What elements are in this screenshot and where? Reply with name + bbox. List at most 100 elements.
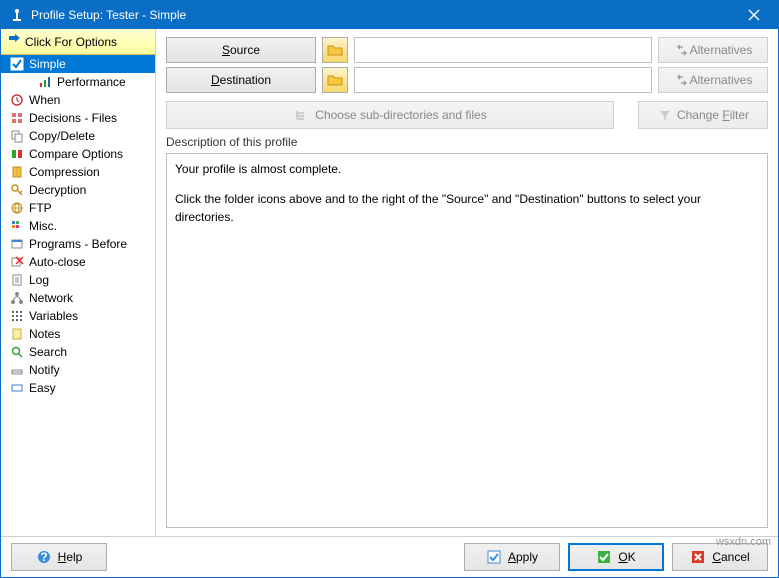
bars-icon — [37, 74, 53, 90]
sidebar-item-notes[interactable]: Notes — [1, 325, 155, 343]
sidebar-item-label: Variables — [29, 309, 78, 323]
sidebar-item-label: Notes — [29, 327, 60, 341]
grid-icon — [9, 110, 25, 126]
sidebar-item-decisions-files[interactable]: Decisions - Files — [1, 109, 155, 127]
sidebar-item-auto-close[interactable]: Auto-close — [1, 253, 155, 271]
close-button[interactable] — [734, 1, 774, 29]
sidebar-item-performance[interactable]: Performance — [1, 73, 155, 91]
change-filter-button: Change Filter — [638, 101, 768, 129]
description-box: Your profile is almost complete. Click t… — [166, 153, 768, 528]
check-icon — [9, 56, 25, 72]
sidebar-item-easy[interactable]: Easy — [1, 379, 155, 397]
help-button[interactable]: ? Help — [11, 543, 107, 571]
button-label: Alternatives — [690, 73, 753, 87]
description-line: Click the folder icons above and to the … — [175, 190, 759, 226]
button-label: Choose sub-directories and files — [315, 108, 486, 122]
sidebar-item-label: Log — [29, 273, 49, 287]
sidebar-item-compare-options[interactable]: Compare Options — [1, 145, 155, 163]
choose-sub-directories-button: Choose sub-directories and files — [166, 101, 614, 129]
button-label: Alternatives — [690, 43, 753, 57]
auto-close-icon — [9, 254, 25, 270]
sidebar-item-label: When — [29, 93, 60, 107]
button-label: Apply — [508, 550, 538, 564]
tree-icon — [293, 107, 309, 123]
source-folder-button[interactable] — [322, 37, 348, 63]
titlebar: Profile Setup: Tester - Simple — [1, 1, 778, 29]
sidebar-item-search[interactable]: Search — [1, 343, 155, 361]
sidebar-item-label: Decisions - Files — [29, 111, 117, 125]
alternatives-icon — [674, 72, 690, 88]
sidebar-item-label: Auto-close — [29, 255, 86, 269]
button-label: Destination — [211, 73, 271, 87]
sidebar-item-when[interactable]: When — [1, 91, 155, 109]
destination-alternatives-button: Alternatives — [658, 67, 768, 93]
app-icon — [9, 7, 25, 23]
alternatives-icon — [674, 42, 690, 58]
folder-icon — [327, 73, 343, 87]
sidebar-item-programs-before[interactable]: Programs - Before — [1, 235, 155, 253]
sidebar-item-label: Compression — [29, 165, 100, 179]
source-alternatives-button: Alternatives — [658, 37, 768, 63]
sidebar-item-label: Notify — [29, 363, 60, 377]
button-label: Source — [222, 43, 260, 57]
sidebar-item-label: FTP — [29, 201, 52, 215]
apply-icon — [486, 549, 502, 565]
program-icon — [9, 236, 25, 252]
sidebar-item-ftp[interactable]: FTP — [1, 199, 155, 217]
destination-path-input[interactable] — [354, 67, 652, 93]
sidebar-tree: Simple Performance When Decisions - File… — [1, 55, 155, 536]
svg-text:?: ? — [40, 550, 47, 564]
button-label: Change Filter — [677, 108, 749, 122]
sidebar-item-variables[interactable]: Variables — [1, 307, 155, 325]
sidebar-item-notify[interactable]: Notify — [1, 361, 155, 379]
description-line: Your profile is almost complete. — [175, 160, 759, 178]
easy-icon — [9, 380, 25, 396]
sidebar-item-misc[interactable]: Misc. — [1, 217, 155, 235]
sidebar-item-simple[interactable]: Simple — [1, 55, 155, 73]
ok-button[interactable]: OK — [568, 543, 664, 571]
compare-icon — [9, 146, 25, 162]
clock-icon — [9, 92, 25, 108]
destination-button[interactable]: Destination — [166, 67, 316, 93]
options-arrow-icon — [7, 33, 21, 50]
window-title: Profile Setup: Tester - Simple — [31, 8, 734, 22]
sidebar-item-compression[interactable]: Compression — [1, 163, 155, 181]
cancel-icon — [690, 549, 706, 565]
sidebar-item-network[interactable]: Network — [1, 289, 155, 307]
sidebar-item-label: Simple — [29, 57, 66, 71]
globe-icon — [9, 200, 25, 216]
notes-icon — [9, 326, 25, 342]
sidebar-item-decryption[interactable]: Decryption — [1, 181, 155, 199]
sidebar-item-label: Compare Options — [29, 147, 123, 161]
folder-icon — [327, 43, 343, 57]
sidebar-item-copy-delete[interactable]: Copy/Delete — [1, 127, 155, 145]
log-icon — [9, 272, 25, 288]
misc-icon — [9, 218, 25, 234]
click-for-options-button[interactable]: Click For Options — [1, 29, 155, 55]
button-label: OK — [618, 550, 635, 564]
network-icon — [9, 290, 25, 306]
source-button[interactable]: Source — [166, 37, 316, 63]
apply-button[interactable]: Apply — [464, 543, 560, 571]
sidebar-item-label: Easy — [29, 381, 56, 395]
key-icon — [9, 182, 25, 198]
destination-folder-button[interactable] — [322, 67, 348, 93]
sidebar-item-label: Decryption — [29, 183, 86, 197]
help-icon: ? — [36, 549, 52, 565]
filter-icon — [657, 107, 673, 123]
sidebar-item-label: Copy/Delete — [29, 129, 95, 143]
click-for-options-label: Click For Options — [25, 35, 117, 49]
footer: ? Help Apply OK Cancel — [1, 536, 778, 577]
sidebar-item-label: Search — [29, 345, 67, 359]
cancel-button[interactable]: Cancel — [672, 543, 768, 571]
sidebar-item-label: Network — [29, 291, 73, 305]
button-label: Cancel — [712, 550, 749, 564]
search-icon — [9, 344, 25, 360]
sidebar-item-log[interactable]: Log — [1, 271, 155, 289]
sidebar: Click For Options Simple Performance Whe… — [1, 29, 156, 536]
copy-icon — [9, 128, 25, 144]
source-path-input[interactable] — [354, 37, 652, 63]
sidebar-item-label: Misc. — [29, 219, 57, 233]
notify-icon — [9, 362, 25, 378]
main-pane: Source Alternatives Destination Alterna — [156, 29, 778, 536]
